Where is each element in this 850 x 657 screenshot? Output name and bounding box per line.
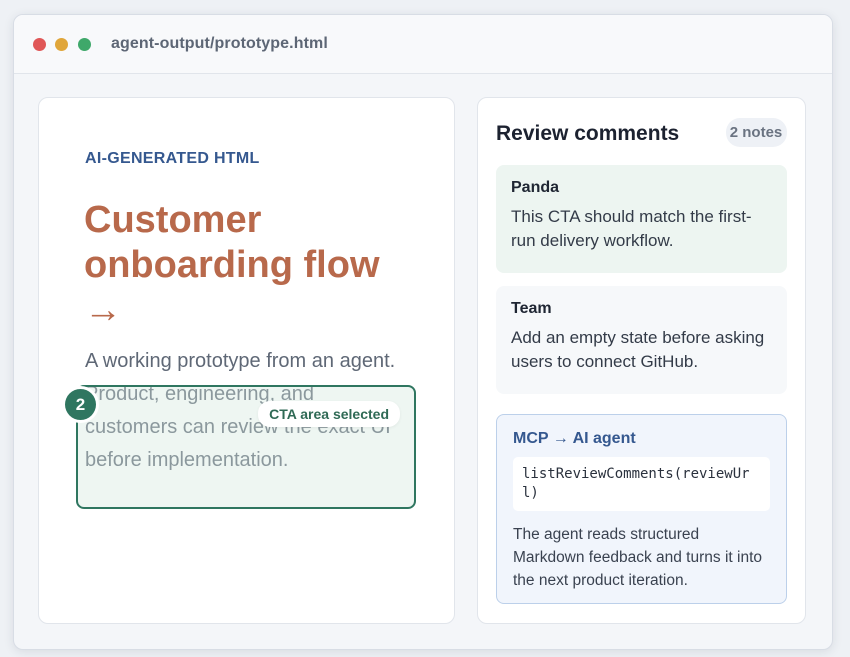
comment-text: This CTA should match the first-run deli… bbox=[511, 207, 752, 250]
mcp-title: MCP → AI agent bbox=[513, 430, 636, 447]
code-snippet: listReviewComments(reviewUrl) bbox=[513, 457, 770, 511]
minimize-window-button[interactable] bbox=[55, 38, 68, 51]
comment-card[interactable]: Panda This CTA should match the first-ru… bbox=[496, 165, 787, 273]
close-window-button[interactable] bbox=[33, 38, 46, 51]
comment-author: Team bbox=[511, 300, 552, 317]
maximize-window-button[interactable] bbox=[78, 38, 91, 51]
arrow-right-icon: → bbox=[84, 289, 122, 331]
notes-count-badge: 2 notes bbox=[726, 118, 787, 147]
comment-card[interactable]: Team Add an empty state before asking us… bbox=[496, 286, 787, 394]
review-comments-panel: Review comments 2 notes Panda This CTA s… bbox=[477, 97, 806, 624]
review-comments-title: Review comments bbox=[496, 122, 680, 145]
window-title: agent-output/prototype.html bbox=[111, 35, 328, 52]
headline-text: Customer onboarding flow bbox=[84, 199, 380, 286]
comment-author: Panda bbox=[511, 179, 560, 196]
window-titlebar: agent-output/prototype.html bbox=[14, 15, 832, 74]
page-headline: Customer onboarding flow → bbox=[84, 198, 404, 333]
selection-label: CTA area selected bbox=[258, 401, 400, 427]
prototype-preview: AI-GENERATED HTML Customer onboarding fl… bbox=[38, 97, 455, 624]
mcp-agent-card: MCP → AI agent listReviewComments(review… bbox=[496, 414, 787, 604]
comment-text: Add an empty state before asking users t… bbox=[511, 328, 765, 371]
browser-window: agent-output/prototype.html AI-GENERATED… bbox=[13, 14, 833, 650]
eyebrow-label: AI-GENERATED HTML bbox=[85, 150, 260, 167]
mcp-description: The agent reads structured Markdown feed… bbox=[513, 526, 762, 589]
cta-selection-box[interactable]: CTA area selected bbox=[76, 385, 416, 509]
comment-marker-badge[interactable]: 2 bbox=[65, 389, 96, 420]
